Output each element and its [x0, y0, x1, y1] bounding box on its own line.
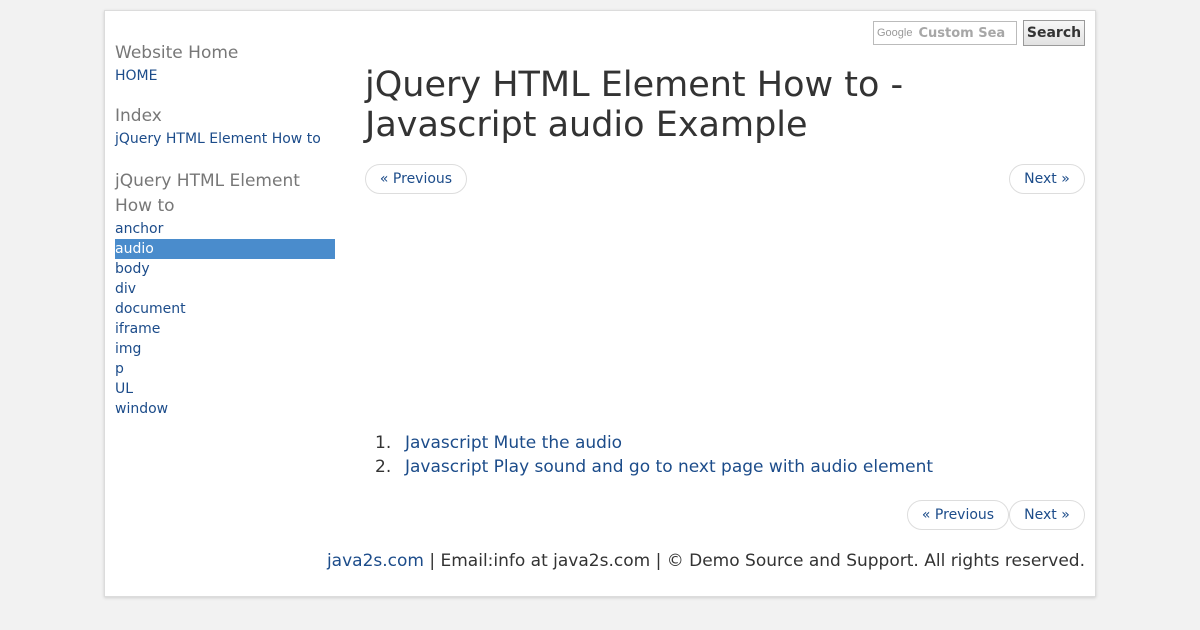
- sidebar-item-anchor[interactable]: anchor: [115, 219, 335, 239]
- next-button-bottom[interactable]: Next »: [1009, 500, 1085, 530]
- sidebar: Website Home HOME Index jQuery HTML Elem…: [115, 41, 335, 419]
- index-heading: Index: [115, 106, 162, 126]
- list-item: 1. Javascript Mute the audio: [375, 431, 933, 455]
- search-button[interactable]: Search: [1023, 20, 1085, 46]
- previous-button-top[interactable]: « Previous: [365, 164, 467, 194]
- article-link[interactable]: Javascript Mute the audio: [405, 431, 622, 455]
- sidebar-item-audio[interactable]: audio: [115, 239, 335, 259]
- previous-button-bottom[interactable]: « Previous: [907, 500, 1009, 530]
- footer-text: | Email:info at java2s.com | © Demo Sour…: [423, 551, 1085, 571]
- footer-site-link[interactable]: java2s.com: [327, 551, 424, 571]
- sidebar-item-img[interactable]: img: [115, 339, 335, 359]
- main-content: jQuery HTML Element How to - Javascript …: [365, 61, 1085, 145]
- sidebar-item-window[interactable]: window: [115, 399, 335, 419]
- website-home-heading: Website Home: [115, 43, 239, 63]
- article-list: 1. Javascript Mute the audio 2. Javascript …: [375, 431, 933, 479]
- page-container: Google Custom Sea Search Website Home HO…: [104, 10, 1096, 597]
- section-heading: jQuery HTML Element How to: [115, 171, 300, 216]
- list-item: 2. Javascript Play sound and go to next p…: [375, 455, 933, 479]
- page-title-line1: jQuery HTML Element How to -: [365, 65, 904, 105]
- footer: java2s.com | Email:info at java2s.com | …: [327, 551, 1085, 571]
- next-button-top[interactable]: Next »: [1009, 164, 1085, 194]
- sidebar-item-body[interactable]: body: [115, 259, 335, 279]
- search-placeholder: Custom Sea: [918, 25, 1006, 41]
- search-input[interactable]: Google Custom Sea: [873, 21, 1017, 45]
- sidebar-item-ul[interactable]: UL: [115, 379, 335, 399]
- sidebar-item-document[interactable]: document: [115, 299, 335, 319]
- article-link[interactable]: Javascript Play sound and go to next pag…: [405, 455, 933, 479]
- sidebar-items: anchor audio body div document iframe img p UL wi…: [115, 219, 335, 419]
- page-title-line2: Javascript audio Example: [365, 105, 808, 145]
- list-item-number: 2.: [375, 457, 392, 477]
- sidebar-item-p[interactable]: p: [115, 359, 335, 379]
- home-link[interactable]: HOME: [115, 66, 335, 86]
- page-title: jQuery HTML Element How to - Javascript …: [365, 65, 1085, 145]
- index-link[interactable]: jQuery HTML Element How to: [115, 129, 335, 149]
- sidebar-item-div[interactable]: div: [115, 279, 335, 299]
- google-logo: Google: [877, 27, 913, 39]
- sidebar-item-iframe[interactable]: iframe: [115, 319, 335, 339]
- list-item-number: 1.: [375, 433, 392, 453]
